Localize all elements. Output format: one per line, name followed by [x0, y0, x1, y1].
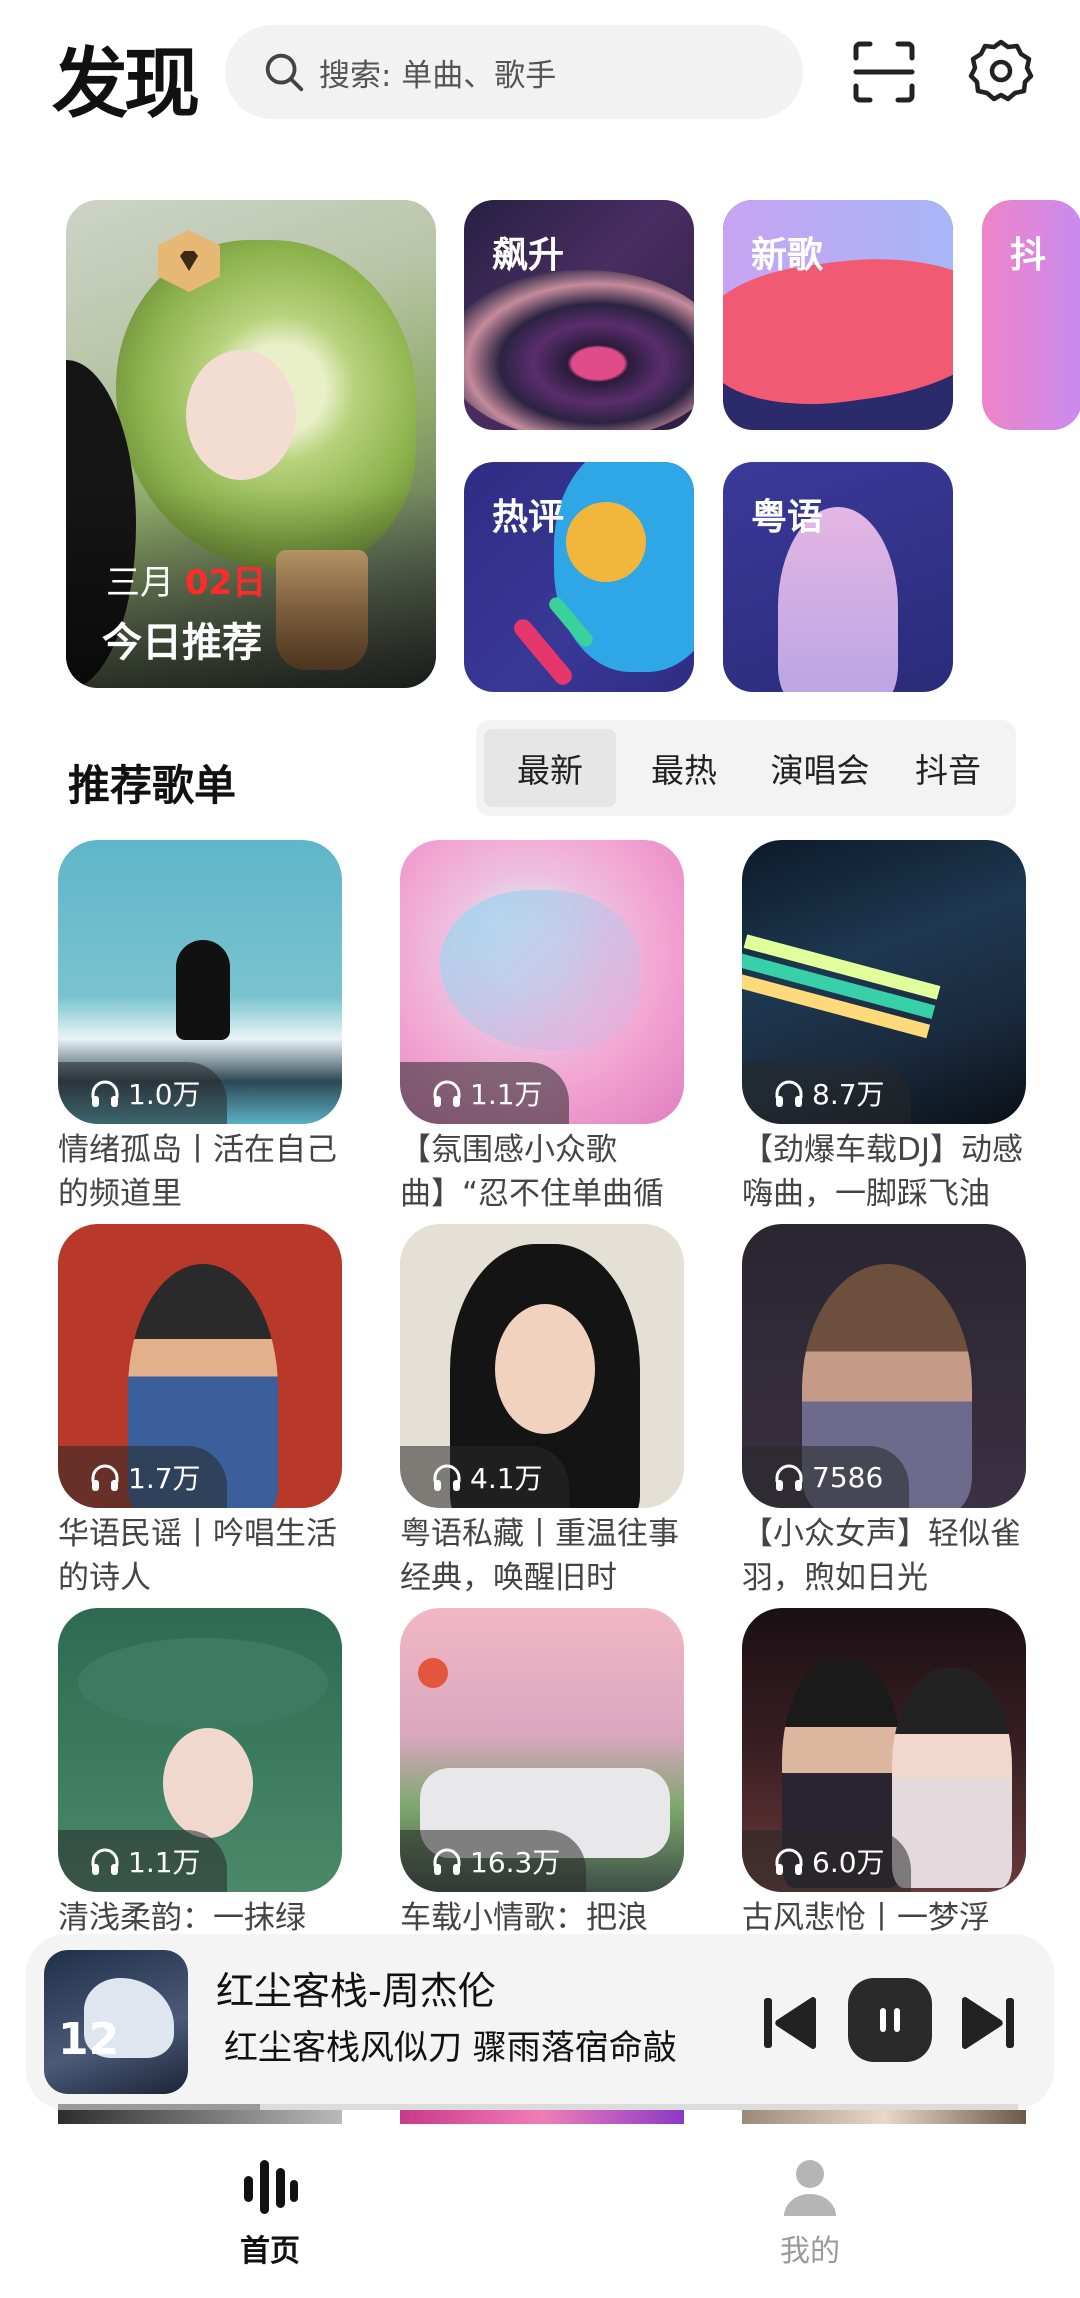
playlist-cover: 7586	[742, 1224, 1026, 1508]
next-icon[interactable]	[954, 1990, 1020, 2056]
playlist-cover: 1.1万	[58, 1608, 342, 1892]
playlist-card[interactable]: 8.7万 【劲爆车载DJ】动感嗨曲，一脚踩飞油	[742, 840, 1026, 1216]
bottom-nav: 首页 我的	[0, 2130, 1080, 2298]
tab-hottest[interactable]: 最热	[616, 729, 752, 807]
playlist-card[interactable]: 1.1万 【氛围感小众歌曲】“忍不住单曲循环！”	[400, 840, 684, 1216]
playlist-name: 【氛围感小众歌曲】“忍不住单曲循环！”	[400, 1132, 665, 1212]
headphones-icon	[91, 1848, 119, 1875]
playlist-card[interactable]: 6.0万 古风悲怆丨一梦浮	[742, 1608, 1026, 1960]
play-count: 4.1万	[400, 1446, 569, 1508]
tab-latest[interactable]: 最新	[484, 729, 616, 807]
mini-player[interactable]: 12 红尘客栈-周杰伦 红尘客栈风似刀 骤雨落宿命敲	[26, 1934, 1054, 2110]
music-bars-icon	[244, 2160, 298, 2214]
tile-douyin-partial[interactable]: 抖	[982, 200, 1080, 430]
headphones-icon	[433, 1464, 461, 1491]
headphones-icon	[775, 1080, 803, 1107]
playlist-cover: 8.7万	[742, 840, 1026, 1124]
nav-me[interactable]: 我的	[720, 2154, 900, 2270]
headphones-icon	[91, 1080, 119, 1107]
page-title: 发现	[52, 39, 200, 128]
playlist-cover-peek	[58, 2110, 342, 2124]
playlist-name: 【劲爆车载DJ】动感嗨曲，一脚踩飞油	[742, 1132, 1024, 1212]
nav-me-label: 我的	[780, 2234, 840, 2269]
feature-cards: 三月 02日 今日推荐 飙升 新歌 热评 粤语 抖	[0, 200, 1080, 700]
song-title: 红尘客栈-周杰伦	[216, 1969, 496, 2013]
search-bar[interactable]: 搜索: 单曲、歌手	[225, 25, 803, 119]
playlist-name: 【小众女声】轻似雀羽，煦如日光	[742, 1516, 1021, 1596]
playback-progress-fill	[58, 2104, 260, 2110]
playlist-card[interactable]: 1.0万 情绪孤岛丨活在自己的频道里	[58, 840, 342, 1216]
search-placeholder: 搜索: 单曲、歌手	[319, 57, 557, 94]
play-count: 1.7万	[58, 1446, 227, 1508]
playlist-card[interactable]: 1.1万 清浅柔韵：一抹绿	[58, 1608, 342, 1960]
headphones-icon	[91, 1464, 119, 1491]
tab-douyin[interactable]: 抖音	[888, 729, 1008, 807]
playlist-cover: 16.3万	[400, 1608, 684, 1892]
settings-icon[interactable]	[968, 38, 1034, 104]
user-icon	[784, 2160, 836, 2216]
play-count: 8.7万	[742, 1062, 911, 1124]
playlist-name: 情绪孤岛丨活在自己的频道里	[58, 1132, 337, 1212]
playlist-card[interactable]: 1.7万 华语民谣丨吟唱生活的诗人	[58, 1224, 342, 1600]
playlist-card[interactable]: 7586 【小众女声】轻似雀羽，煦如日光	[742, 1224, 1026, 1600]
tile-rising-chart[interactable]: 飙升	[464, 200, 694, 430]
pause-icon	[880, 2008, 900, 2032]
playlist-cover: 1.0万	[58, 840, 342, 1124]
headphones-icon	[433, 1848, 461, 1875]
section-title: 推荐歌单	[68, 761, 237, 810]
header: 发现 搜索: 单曲、歌手	[0, 0, 1080, 150]
playlist-cover: 6.0万	[742, 1608, 1026, 1892]
play-count: 1.0万	[58, 1062, 227, 1124]
playlist-name: 粤语私藏丨重温往事经典，唤醒旧时	[400, 1516, 679, 1596]
headphones-icon	[433, 1080, 461, 1107]
play-count: 1.1万	[400, 1062, 569, 1124]
nav-home-label: 首页	[240, 2234, 300, 2269]
search-icon	[265, 53, 304, 92]
play-count: 7586	[742, 1446, 910, 1508]
playlist-cover: 4.1万	[400, 1224, 684, 1508]
play-count: 16.3万	[400, 1830, 587, 1892]
tile-cantonese[interactable]: 粤语	[723, 462, 953, 692]
playlist-card[interactable]: 16.3万 车载小情歌：把浪	[400, 1608, 684, 1960]
previous-icon[interactable]	[758, 1990, 824, 2056]
nav-home[interactable]: 首页	[180, 2154, 360, 2270]
playlist-card[interactable]: 4.1万 粤语私藏丨重温往事经典，唤醒旧时	[400, 1224, 684, 1600]
playlist-grid: 1.0万 情绪孤岛丨活在自己的频道里 1.1万 【氛围感小众歌曲】“忍不住单曲循…	[0, 840, 1080, 1960]
tab-concert[interactable]: 演唱会	[752, 729, 888, 807]
album-art[interactable]: 12	[44, 1950, 188, 2094]
playlist-cover: 1.7万	[58, 1224, 342, 1508]
tile-hot-comments[interactable]: 热评	[464, 462, 694, 692]
daily-date: 三月 02日	[106, 563, 267, 603]
headphones-icon	[775, 1848, 803, 1875]
scan-icon[interactable]	[852, 40, 916, 104]
daily-recommend-card[interactable]: 三月 02日 今日推荐	[66, 200, 436, 688]
playlist-name: 华语民谣丨吟唱生活的诗人	[58, 1516, 337, 1596]
headphones-icon	[775, 1464, 803, 1491]
play-count: 1.1万	[58, 1830, 227, 1892]
playlist-tabs: 最新 最热 演唱会 抖音	[476, 720, 1016, 816]
playlist-cover: 1.1万	[400, 840, 684, 1124]
playback-progress[interactable]	[58, 2104, 1018, 2110]
tile-new-songs[interactable]: 新歌	[723, 200, 953, 430]
playlist-cover-peek	[400, 2110, 684, 2124]
daily-label: 今日推荐	[102, 620, 262, 666]
play-count: 6.0万	[742, 1830, 911, 1892]
pause-button[interactable]	[848, 1978, 932, 2062]
lyric-line: 红尘客栈风似刀 骤雨落宿命敲	[224, 2028, 677, 2068]
playlist-cover-peek	[742, 2110, 1026, 2124]
